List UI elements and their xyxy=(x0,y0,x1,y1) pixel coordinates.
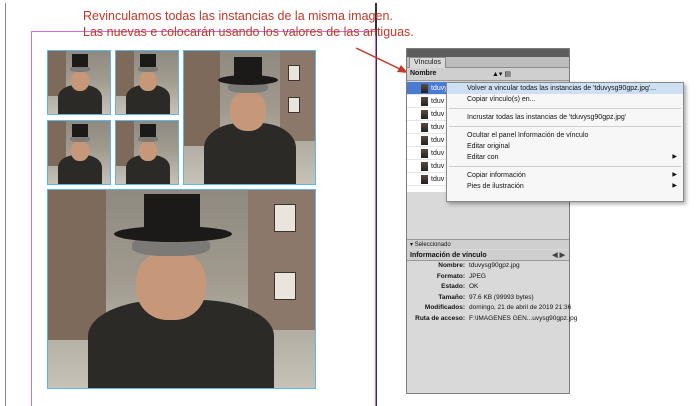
column-name-label[interactable]: Nombre xyxy=(410,70,436,77)
status-text: Seleccionado xyxy=(414,242,451,248)
info-row: Ruta de acceso: F:\IMAGENES GEN...uvysg90… xyxy=(407,314,577,325)
info-key: Modificados: xyxy=(424,304,465,311)
info-value: OK xyxy=(469,283,479,290)
menu-item[interactable]: Volver a vincular todas las instancias d… xyxy=(447,83,683,94)
submenu-arrow-icon: ▶ xyxy=(672,172,677,178)
link-thumbnail-icon xyxy=(421,84,428,93)
link-name: tduv xyxy=(431,176,445,183)
menu-separator xyxy=(449,126,681,127)
menu-item-label: Editar original xyxy=(467,143,510,150)
menu-separator xyxy=(449,108,681,109)
link-thumbnail-icon xyxy=(421,123,428,132)
link-name: tduv xyxy=(431,137,445,144)
link-name: tduv xyxy=(431,163,445,170)
menu-item-label: Editar con xyxy=(467,154,499,161)
menu-item[interactable]: Editar con ▶ xyxy=(447,152,683,163)
link-thumbnail-icon xyxy=(421,175,428,184)
link-name: tduv xyxy=(431,124,445,131)
panel-title-bar[interactable] xyxy=(407,49,569,57)
annotation-arrow xyxy=(355,47,408,73)
links-column-header: Nombre ▲▾ ▤ xyxy=(407,68,569,81)
link-name: tduv xyxy=(431,150,445,157)
menu-item[interactable]: Copiar información ▶ xyxy=(447,170,683,181)
info-key: Formato: xyxy=(436,272,465,280)
menu-item[interactable]: Pies de ilustración ▶ xyxy=(447,181,683,192)
menu-item-label: Copiar vínculo(s) en... xyxy=(467,96,536,103)
menu-item-label: Pies de ilustración xyxy=(467,183,524,190)
info-key: Estado: xyxy=(441,283,465,290)
screenshot-canvas: Revinculamos todas las instancias de la … xyxy=(0,0,700,406)
menu-item[interactable]: Incrustar todas las instancias de 'tduvy… xyxy=(447,112,683,123)
link-name: tduv xyxy=(431,98,445,105)
link-thumbnail-icon xyxy=(421,136,428,145)
link-thumbnail-icon xyxy=(421,97,428,106)
menu-item[interactable]: Copiar vínculo(s) en... xyxy=(447,94,683,105)
info-row: Tamaño: 97.6 KB (99993 bytes) xyxy=(407,293,569,304)
info-key: Ruta de acceso: xyxy=(415,314,465,322)
menu-separator xyxy=(449,166,681,167)
info-key: Nombre: xyxy=(438,262,465,269)
info-row: Modificados: domingo, 21 de abril de 2019… xyxy=(407,303,572,314)
link-info-header[interactable]: Información de vínculo ◀ ▶ xyxy=(407,250,569,261)
info-value: F:\IMAGENES GEN...uvysg90gpz.jpg xyxy=(469,314,578,322)
panel-status-bar: ▾ Seleccionado xyxy=(407,239,569,249)
panel-tab-strip: Vínculos xyxy=(407,57,569,68)
context-menu: Volver a vincular todas las instancias d… xyxy=(446,82,684,202)
link-thumbnail-icon xyxy=(421,162,428,171)
link-thumbnail-icon xyxy=(421,110,428,119)
info-value: tduvysg90gpz.jpg xyxy=(469,262,520,269)
menu-item-label: Copiar información xyxy=(467,172,526,179)
info-nav-arrows-icon[interactable]: ◀ ▶ xyxy=(552,250,565,261)
menu-item-label: Incrustar todas las instancias de 'tduvy… xyxy=(467,114,627,121)
link-info-title: Información de vínculo xyxy=(410,252,487,259)
menu-item[interactable]: Editar original xyxy=(447,141,683,152)
link-thumbnail-icon xyxy=(421,149,428,158)
info-value: 97.6 KB (99993 bytes) xyxy=(469,293,534,301)
menu-item[interactable]: Ocultar el panel Información de vínculo xyxy=(447,130,683,141)
page-column-icon[interactable]: ▲▾ ▤ xyxy=(492,70,511,78)
info-row: Formato: JPEG xyxy=(407,272,569,283)
tab-links[interactable]: Vínculos xyxy=(409,57,446,68)
info-value: domingo, 21 de abril de 2019 21:36 xyxy=(469,304,572,311)
submenu-arrow-icon: ▶ xyxy=(672,154,677,160)
info-value: JPEG xyxy=(469,272,486,280)
info-row: Nombre: tduvysg90gpz.jpg xyxy=(407,261,569,272)
link-name: tduv xyxy=(431,111,445,118)
submenu-arrow-icon: ▶ xyxy=(672,183,677,189)
arrow-shaft xyxy=(355,47,403,71)
info-row: Estado: OK xyxy=(407,282,569,293)
menu-item-label: Ocultar el panel Información de vínculo xyxy=(467,132,589,139)
menu-item-label: Volver a vincular todas las instancias d… xyxy=(467,85,657,92)
info-key: Tamaño: xyxy=(438,293,465,301)
link-info-body: Nombre: tduvysg90gpz.jpg Formato: JPEG Estad… xyxy=(407,261,577,393)
